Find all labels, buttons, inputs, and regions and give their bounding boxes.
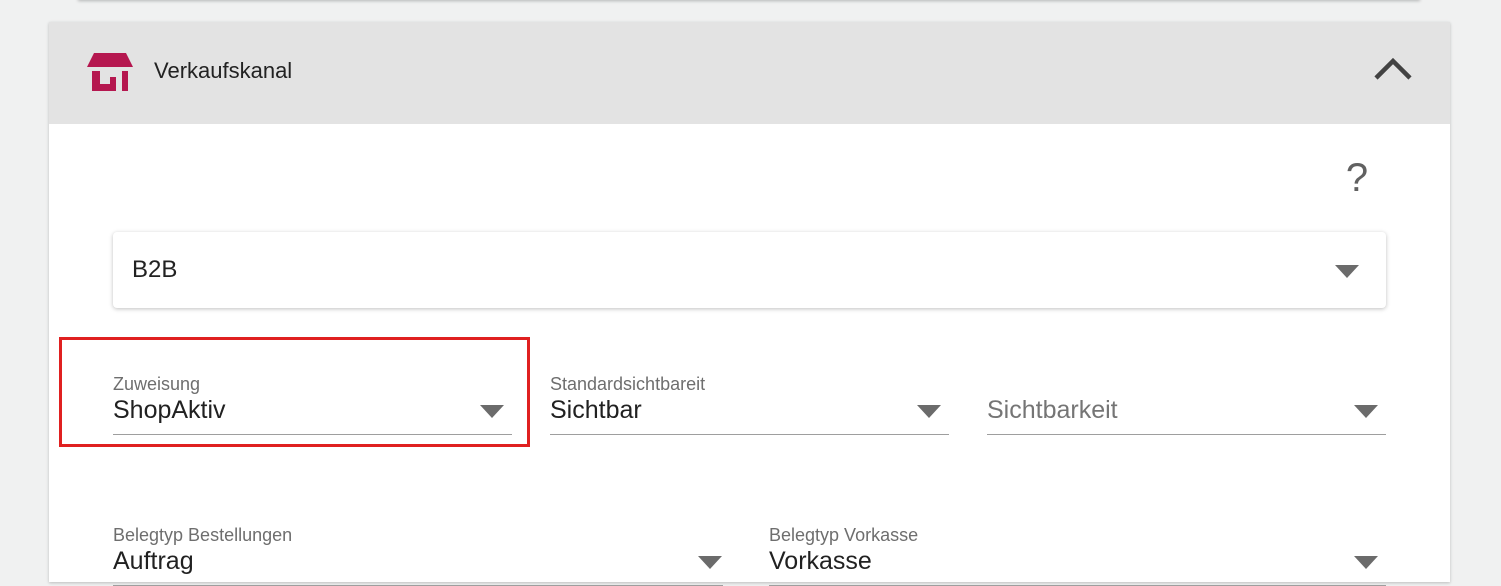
dropdown-arrow-icon [1354,405,1378,418]
zuweisung-label: Zuweisung [113,374,201,394]
sichtbarkeit-placeholder: Sichtbarkeit [987,396,1118,424]
belegtyp-vorkasse-label: Belegtyp Vorkasse [769,525,919,545]
belegtyp-bestellungen-label: Belegtyp Bestellungen [113,525,293,545]
help-icon[interactable]: ? [1341,156,1373,200]
standardsichtbarkeit-select[interactable]: Standardsichtbareit Sichtbar [550,374,949,435]
sichtbarkeit-select[interactable]: Sichtbarkeit [987,374,1386,435]
sales-channel-card: Verkaufskanal ? B2B Zuweisung ShopAktiv … [49,22,1450,586]
dropdown-arrow-icon [698,556,722,569]
standardsichtbarkeit-label: Standardsichtbareit [550,374,706,394]
dropdown-arrow-icon [1354,556,1378,569]
card-header[interactable]: Verkaufskanal [49,22,1450,124]
belegtyp-vorkasse-value: Vorkasse [769,547,872,575]
chevron-up-icon[interactable] [1373,56,1413,82]
storefront-icon [87,53,133,91]
dropdown-arrow-icon [480,405,504,418]
belegtyp-bestellungen-select[interactable]: Belegtyp Bestellungen Auftrag [113,525,723,586]
channel-select[interactable]: B2B [113,232,1386,308]
card-title: Verkaufskanal [154,58,293,83]
belegtyp-vorkasse-select[interactable]: Belegtyp Vorkasse Vorkasse [769,525,1386,586]
belegtyp-bestellungen-value: Auftrag [113,547,194,575]
dropdown-arrow-icon [1335,265,1359,278]
zuweisung-value: ShopAktiv [113,396,226,424]
dropdown-arrow-icon [917,405,941,418]
standardsichtbarkeit-value: Sichtbar [550,396,642,424]
channel-select-value: B2B [132,256,178,283]
zuweisung-select[interactable]: Zuweisung ShopAktiv [113,374,512,435]
